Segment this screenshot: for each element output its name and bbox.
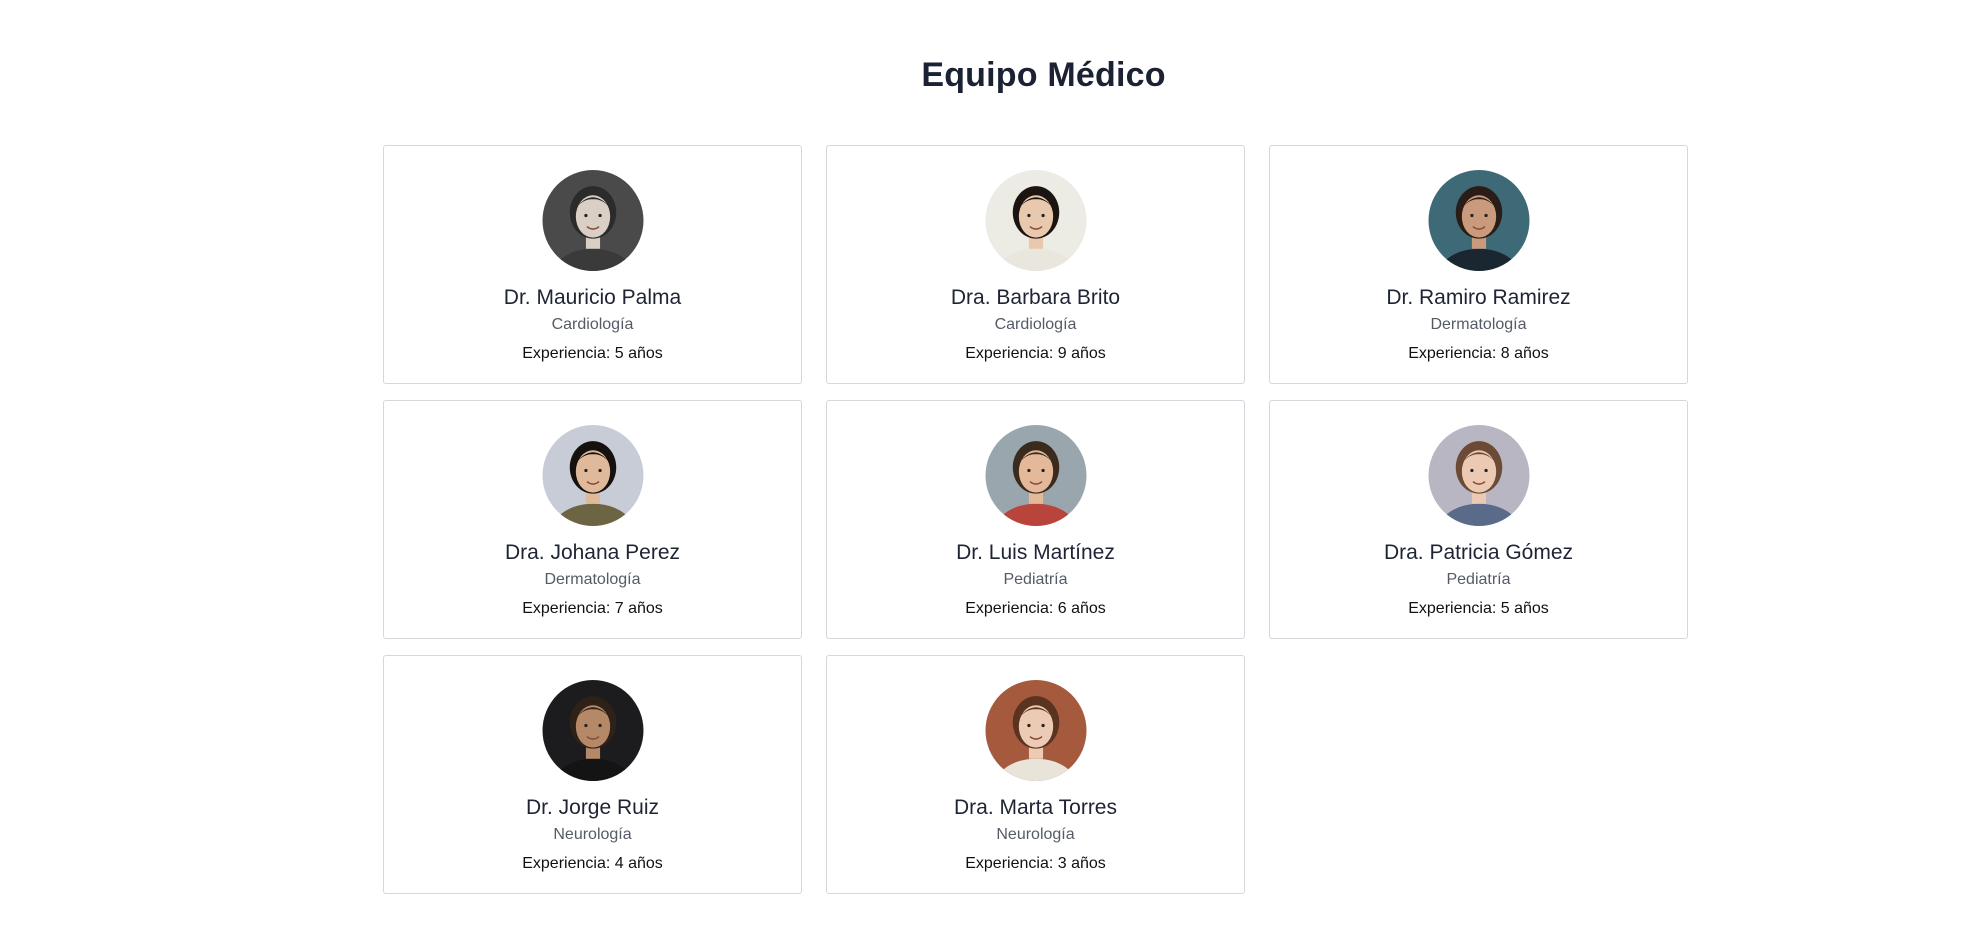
doctor-card[interactable]: Dra. Barbara Brito Cardiología Experienc…: [826, 145, 1245, 384]
doctor-specialty: Dermatología: [1430, 316, 1527, 333]
doctor-grid: Dr. Mauricio Palma Cardiología Experienc…: [383, 145, 1688, 894]
avatar: [1428, 425, 1529, 526]
avatar: [542, 680, 643, 781]
doctor-experience: Experiencia: 4 años: [522, 855, 663, 872]
doctor-experience: Experiencia: 3 años: [965, 855, 1106, 872]
doctor-card[interactable]: Dra. Marta Torres Neurología Experiencia…: [826, 655, 1245, 894]
doctor-specialty: Neurología: [553, 826, 632, 843]
doctor-card[interactable]: Dr. Mauricio Palma Cardiología Experienc…: [383, 145, 802, 384]
avatar: [985, 680, 1086, 781]
avatar: [542, 170, 643, 271]
doctor-specialty: Cardiología: [551, 316, 634, 333]
doctor-specialty: Dermatología: [544, 571, 641, 588]
doctor-experience: Experiencia: 8 años: [1408, 345, 1549, 362]
doctor-card[interactable]: Dr. Jorge Ruiz Neurología Experiencia: 4…: [383, 655, 802, 894]
doctor-name: Dra. Patricia Gómez: [1383, 541, 1574, 564]
doctor-photo-marta-torres: [985, 680, 1086, 781]
doctor-photo-patricia-gomez: [1428, 425, 1529, 526]
doctor-card[interactable]: Dra. Patricia Gómez Pediatría Experienci…: [1269, 400, 1688, 639]
avatar: [1428, 170, 1529, 271]
doctor-specialty: Pediatría: [1003, 571, 1068, 588]
doctor-card[interactable]: Dr. Ramiro Ramirez Dermatología Experien…: [1269, 145, 1688, 384]
doctor-experience: Experiencia: 7 años: [522, 600, 663, 617]
doctor-name: Dr. Luis Martínez: [956, 541, 1115, 564]
doctor-photo-mauricio-palma: [542, 170, 643, 271]
doctor-photo-barbara-brito: [985, 170, 1086, 271]
doctor-photo-jorge-ruiz: [542, 680, 643, 781]
avatar: [985, 170, 1086, 271]
doctor-specialty: Pediatría: [1446, 571, 1511, 588]
doctor-name: Dr. Ramiro Ramirez: [1386, 286, 1571, 309]
doctor-card[interactable]: Dra. Johana Perez Dermatología Experienc…: [383, 400, 802, 639]
avatar: [542, 425, 643, 526]
doctor-card[interactable]: Dr. Luis Martínez Pediatría Experiencia:…: [826, 400, 1245, 639]
doctor-photo-luis-martinez: [985, 425, 1086, 526]
doctor-name: Dr. Jorge Ruiz: [525, 796, 660, 819]
doctor-experience: Experiencia: 5 años: [522, 345, 663, 362]
doctor-photo-johana-perez: [542, 425, 643, 526]
doctor-experience: Experiencia: 5 años: [1408, 600, 1549, 617]
doctor-name: Dra. Johana Perez: [504, 541, 681, 564]
doctor-specialty: Cardiología: [994, 316, 1077, 333]
avatar: [985, 425, 1086, 526]
doctor-name: Dra. Barbara Brito: [950, 286, 1121, 309]
doctor-specialty: Neurología: [996, 826, 1075, 843]
page-title: Equipo Médico: [921, 56, 1166, 94]
doctor-name: Dr. Mauricio Palma: [503, 286, 682, 309]
doctor-experience: Experiencia: 9 años: [965, 345, 1106, 362]
doctor-photo-ramiro-ramirez: [1428, 170, 1529, 271]
doctor-name: Dra. Marta Torres: [954, 796, 1117, 819]
doctor-experience: Experiencia: 6 años: [965, 600, 1106, 617]
